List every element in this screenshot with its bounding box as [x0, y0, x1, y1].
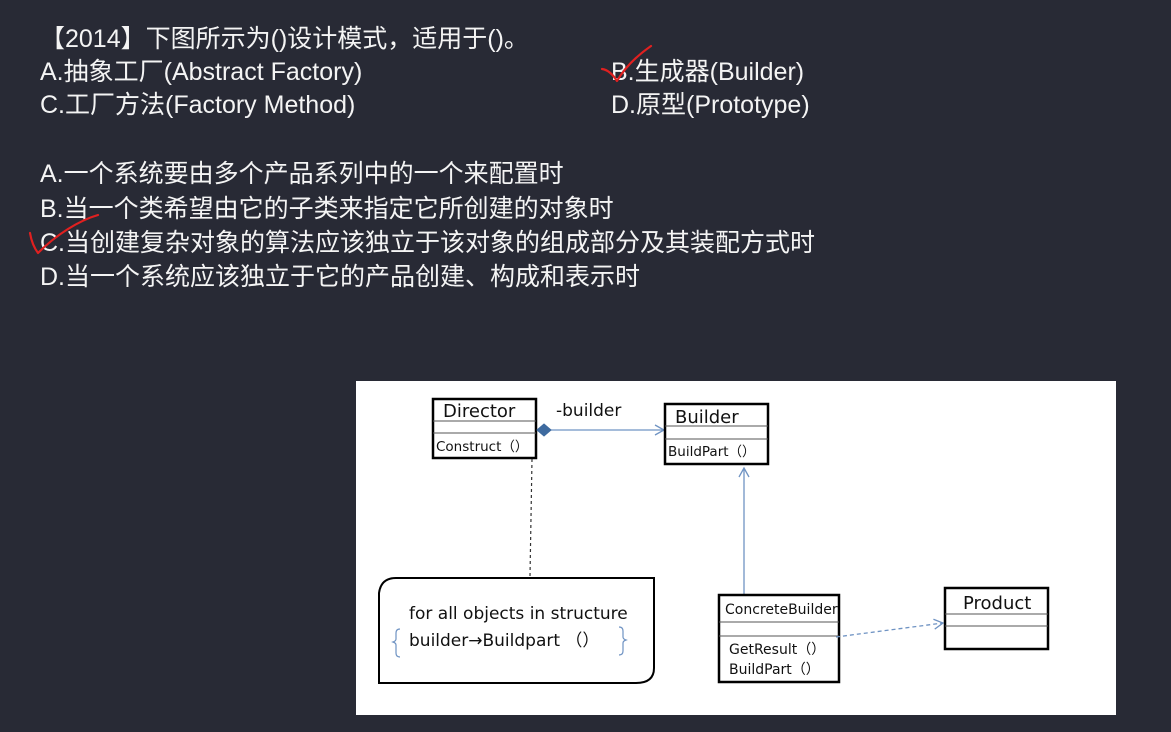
builder-operation: BuildPart（） [668, 444, 756, 460]
concrete-builder-class: ConcreteBuilder GetResult（） BuildPart（） [717, 593, 841, 684]
pseudocode-note: for all objects in structure builder→Bui… [378, 577, 655, 684]
concrete-builder-operation-1: GetResult（） [729, 642, 825, 658]
builder-uml-diagram: Director Construct（） -builder Builder Bu… [356, 381, 1116, 715]
product-class-name: Product [963, 593, 1031, 614]
note-anchor-line [529, 458, 533, 577]
note-line-1: for all objects in structure [409, 604, 628, 624]
association-connector: -builder [536, 401, 666, 437]
usage-option-b: B.当一个类希望由它的子类来指定它所创建的对象时 [40, 195, 614, 223]
pattern-option-b: B.生成器(Builder) [611, 58, 805, 86]
aggregation-diamond-icon [536, 423, 552, 437]
association-label: -builder [556, 401, 621, 421]
pattern-option-d: D.原型(Prototype) [611, 91, 810, 119]
question-title: 【2014】下图所示为()设计模式，适用于()。 [40, 25, 529, 53]
pattern-option-c: C.工厂方法(Factory Method) [40, 91, 356, 119]
usage-option-d: D.当一个系统应该独立于它的产品创建、构成和表示时 [40, 263, 641, 291]
concrete-builder-operation-2: BuildPart（） [729, 662, 820, 678]
director-class: Director Construct（） [431, 397, 538, 460]
product-class: Product [943, 586, 1050, 651]
dependency-connector [835, 618, 945, 638]
director-class-name: Director [443, 401, 516, 422]
note-line-2: builder→Buildpart （） [409, 631, 599, 651]
usage-option-c: C.当创建复杂对象的算法应该独立于该对象的组成部分及其装配方式时 [40, 229, 816, 257]
builder-class: Builder BuildPart（） [663, 402, 770, 466]
pattern-option-a: A.抽象工厂(Abstract Factory) [40, 58, 363, 86]
usage-option-a: A.一个系统要由多个产品系列中的一个来配置时 [40, 160, 564, 188]
builder-class-name: Builder [675, 407, 739, 428]
concrete-builder-class-name: ConcreteBuilder [725, 602, 838, 618]
director-operation: Construct（） [436, 439, 528, 455]
